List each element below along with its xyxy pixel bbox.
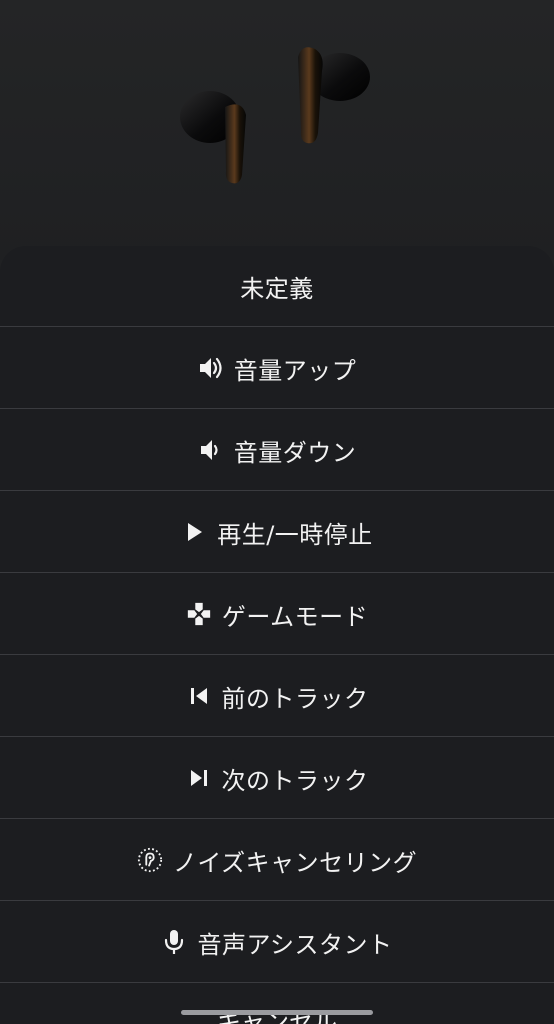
option-noise-cancelling[interactable]: ノイズキャンセリング (0, 820, 554, 901)
option-voice-assistant[interactable]: 音声アシスタント (0, 902, 554, 983)
option-label: 前のトラック (221, 684, 369, 713)
microphone-icon (161, 929, 187, 955)
product-image-area (0, 0, 554, 260)
option-label: 音量アップ (233, 356, 357, 385)
home-indicator[interactable] (181, 1010, 373, 1015)
option-label: 音声アシスタント (197, 930, 393, 959)
option-next-track[interactable]: 次のトラック (0, 738, 554, 819)
option-label: 音量ダウン (233, 438, 357, 467)
option-volume-down[interactable]: 音量ダウン (0, 410, 554, 491)
previous-track-icon (186, 683, 212, 709)
option-label: ゲームモード (221, 602, 369, 631)
option-volume-up[interactable]: 音量アップ (0, 328, 554, 409)
screen: 未定義 音量アップ 音量ダウン 再生/一時停止 ゲームモード 前のトラック 次の… (0, 0, 554, 1024)
option-label: 再生/一時停止 (217, 520, 373, 549)
earbuds-image (180, 47, 370, 184)
next-track-icon (186, 765, 212, 791)
option-label: ノイズキャンセリング (172, 848, 418, 877)
play-icon (181, 519, 207, 545)
noise-cancel-icon (137, 847, 163, 873)
option-label: 未定義 (240, 274, 314, 303)
option-undefined[interactable]: 未定義 (0, 246, 554, 327)
option-game-mode[interactable]: ゲームモード (0, 574, 554, 655)
option-play-pause[interactable]: 再生/一時停止 (0, 492, 554, 573)
gamepad-icon (186, 601, 212, 627)
option-label: 次のトラック (221, 766, 369, 795)
volume-down-icon (198, 437, 224, 463)
option-previous-track[interactable]: 前のトラック (0, 656, 554, 737)
volume-up-icon (198, 355, 224, 381)
action-sheet: 未定義 音量アップ 音量ダウン 再生/一時停止 ゲームモード 前のトラック 次の… (0, 246, 554, 1024)
